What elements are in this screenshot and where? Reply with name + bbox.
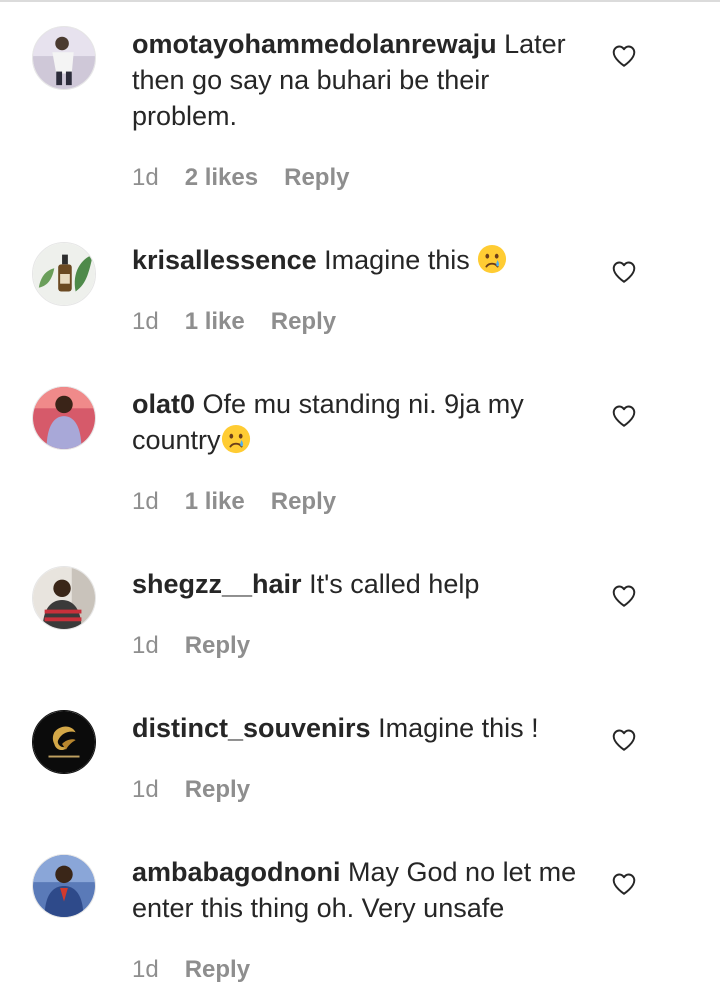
reply-button[interactable]: Reply [271, 308, 336, 335]
comment-meta: 1d Reply [132, 956, 276, 984]
comment-time: 1d [132, 488, 159, 515]
heart-outline-icon[interactable] [611, 403, 637, 429]
comment-meta: 1d Reply [132, 632, 276, 660]
comment-username[interactable]: shegzz__hair [132, 569, 302, 599]
comment-meta: 1d 2 likes Reply [132, 164, 375, 192]
comment-text: Imagine this [324, 245, 470, 275]
reply-button[interactable]: Reply [271, 488, 336, 515]
heart-outline-icon[interactable] [611, 727, 637, 753]
comment-username[interactable]: ambabagodnoni [132, 857, 341, 887]
comment-likes[interactable]: 1 like [185, 308, 245, 335]
comment-body: ambabagodnoni May God no let me enter th… [132, 854, 582, 926]
comment-likes[interactable]: 2 likes [185, 164, 258, 191]
avatar[interactable] [32, 26, 96, 90]
avatar[interactable] [32, 386, 96, 450]
comment-body: distinct_souvenirs Imagine this ! [132, 710, 582, 746]
comment-body: krisallessence Imagine this [132, 242, 582, 278]
avatar[interactable] [32, 566, 96, 630]
heart-outline-icon[interactable] [611, 43, 637, 69]
avatar[interactable] [32, 710, 96, 774]
reply-button[interactable]: Reply [185, 956, 250, 983]
comment-username[interactable]: olat0 [132, 389, 195, 419]
comment-username[interactable]: omotayohammedolanrewaju [132, 29, 497, 59]
crying-face-emoji-icon [478, 244, 507, 274]
comment-meta: 1d 1 like Reply [132, 488, 362, 516]
comment-meta: 1d 1 like Reply [132, 308, 362, 336]
avatar[interactable] [32, 242, 96, 306]
heart-outline-icon[interactable] [611, 259, 637, 285]
top-divider [0, 0, 720, 2]
heart-outline-icon[interactable] [611, 583, 637, 609]
comment-time: 1d [132, 164, 159, 191]
heart-outline-icon[interactable] [611, 871, 637, 897]
comment-time: 1d [132, 308, 159, 335]
comment-time: 1d [132, 956, 159, 983]
crying-face-emoji-icon [221, 424, 250, 454]
reply-button[interactable]: Reply [185, 632, 250, 659]
comment-body: omotayohammedolanrewaju Later then go sa… [132, 26, 582, 134]
avatar[interactable] [32, 854, 96, 918]
comment-text: Imagine this ! [378, 713, 539, 743]
comment-username[interactable]: krisallessence [132, 245, 317, 275]
comment-time: 1d [132, 632, 159, 659]
comment-body: olat0 Ofe mu standing ni. 9ja my country [132, 386, 582, 458]
comment-body: shegzz__hair It's called help [132, 566, 582, 602]
reply-button[interactable]: Reply [284, 164, 349, 191]
reply-button[interactable]: Reply [185, 776, 250, 803]
comment-username[interactable]: distinct_souvenirs [132, 713, 371, 743]
comment-text: It's called help [309, 569, 480, 599]
comment-meta: 1d Reply [132, 776, 276, 804]
comment-time: 1d [132, 776, 159, 803]
comment-likes[interactable]: 1 like [185, 488, 245, 515]
